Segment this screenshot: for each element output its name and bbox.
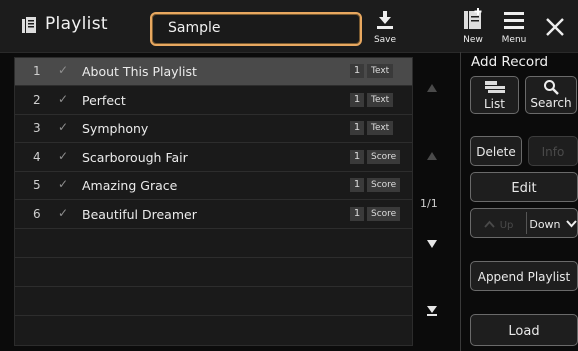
row-number: 1 xyxy=(33,64,41,78)
scroll-down-icon[interactable] xyxy=(426,239,438,249)
row-name: Amazing Grace xyxy=(82,178,178,193)
row-name: Scarborough Fair xyxy=(82,150,188,165)
row-name: Perfect xyxy=(82,93,126,108)
save-icon xyxy=(377,11,393,29)
check-icon: ✓ xyxy=(58,206,69,220)
chevron-up-icon xyxy=(483,220,495,228)
menu-button[interactable]: Menu xyxy=(497,8,531,48)
page-title: Playlist xyxy=(45,14,108,34)
row-number: 3 xyxy=(33,121,41,135)
list-item[interactable]: 3 ✓ Symphony 1 Text xyxy=(15,115,412,143)
new-button[interactable]: New xyxy=(458,8,488,48)
close-icon xyxy=(546,18,564,36)
row-number: 5 xyxy=(33,178,41,192)
info-button[interactable]: Info xyxy=(528,136,578,166)
row-type-badge: Score xyxy=(367,150,401,164)
save-button[interactable]: Save xyxy=(365,8,405,48)
check-icon: ✓ xyxy=(58,177,69,191)
scroll-bottom-icon[interactable] xyxy=(426,305,438,317)
move-down-label: Down xyxy=(529,218,561,231)
empty-row xyxy=(15,259,412,287)
edit-button-label: Edit xyxy=(511,181,537,196)
scroll-controls: 1/1 xyxy=(416,57,448,344)
scroll-up-icon[interactable] xyxy=(426,151,438,161)
row-count-badge: 1 xyxy=(350,150,364,164)
check-icon: ✓ xyxy=(58,120,69,134)
move-divider xyxy=(526,212,527,234)
search-icon xyxy=(544,80,559,95)
empty-row xyxy=(15,317,412,345)
list-item[interactable]: 1 ✓ About This Playlist 1 Text xyxy=(15,58,412,86)
menu-label: Menu xyxy=(501,35,527,45)
chevron-down-icon xyxy=(565,219,577,227)
edit-button[interactable]: Edit xyxy=(470,172,578,202)
append-playlist-label: Append Playlist xyxy=(477,270,571,284)
check-icon: ✓ xyxy=(58,149,69,163)
list-item[interactable]: 5 ✓ Amazing Grace 1 Score xyxy=(15,172,412,200)
row-name: Beautiful Dreamer xyxy=(82,207,197,222)
playlist-icon xyxy=(22,17,36,33)
delete-button-label: Delete xyxy=(476,145,516,159)
playlist-list: 1 ✓ About This Playlist 1 Text 2 ✓ Perfe… xyxy=(14,57,413,346)
row-type-badge: Text xyxy=(367,121,394,135)
row-count-badge: 1 xyxy=(350,64,364,78)
page-indicator: 1/1 xyxy=(420,197,438,210)
add-record-heading: Add Record xyxy=(471,54,549,70)
move-control: Up Down xyxy=(470,208,578,238)
search-button[interactable]: Search xyxy=(525,76,577,114)
top-bar: Playlist Sample Save New Menu xyxy=(0,0,578,53)
check-icon: ✓ xyxy=(58,92,69,106)
row-name: Symphony xyxy=(82,121,149,136)
check-icon: ✓ xyxy=(58,63,69,77)
append-playlist-button[interactable]: Append Playlist xyxy=(470,261,578,291)
row-type-badge: Score xyxy=(367,207,401,221)
row-number: 4 xyxy=(33,150,41,164)
list-icon xyxy=(484,81,505,93)
row-count-badge: 1 xyxy=(350,207,364,221)
scroll-top-icon[interactable] xyxy=(426,83,438,93)
move-up-button[interactable]: Up xyxy=(471,209,526,237)
empty-row xyxy=(15,230,412,258)
list-button-label: List xyxy=(484,97,505,111)
row-type-badge: Text xyxy=(367,93,394,107)
menu-icon xyxy=(504,12,524,29)
list-item[interactable]: 4 ✓ Scarborough Fair 1 Score xyxy=(15,144,412,172)
record-panel: Add Record List Search Delete Info Edit … xyxy=(460,52,578,351)
move-up-label: Up xyxy=(499,220,514,231)
list-button[interactable]: List xyxy=(470,76,519,114)
load-button-label: Load xyxy=(508,324,540,339)
save-label: Save xyxy=(373,35,397,45)
row-type-badge: Score xyxy=(367,178,401,192)
delete-button[interactable]: Delete xyxy=(470,136,522,166)
row-number: 2 xyxy=(33,93,41,107)
close-button[interactable] xyxy=(540,10,570,44)
empty-row xyxy=(15,288,412,316)
row-count-badge: 1 xyxy=(350,121,364,135)
playlist-name-value: Sample xyxy=(168,20,221,36)
list-item[interactable]: 2 ✓ Perfect 1 Text xyxy=(15,87,412,115)
row-type-badge: Text xyxy=(367,64,394,78)
info-button-label: Info xyxy=(541,145,565,159)
row-count-badge: 1 xyxy=(350,178,364,192)
playlist-name-field[interactable]: Sample xyxy=(150,12,362,46)
row-name: About This Playlist xyxy=(82,64,197,79)
row-count-badge: 1 xyxy=(350,93,364,107)
new-icon xyxy=(464,8,482,29)
move-down-button[interactable]: Down xyxy=(528,209,578,237)
search-button-label: Search xyxy=(530,96,572,110)
load-button[interactable]: Load xyxy=(470,314,578,346)
row-number: 6 xyxy=(33,207,41,221)
new-label: New xyxy=(463,35,483,45)
list-item[interactable]: 6 ✓ Beautiful Dreamer 1 Score xyxy=(15,201,412,229)
